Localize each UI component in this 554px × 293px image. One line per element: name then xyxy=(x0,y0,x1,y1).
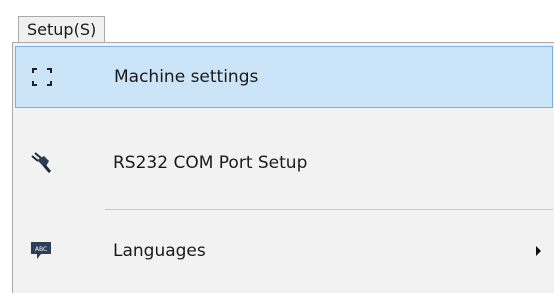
menu-setup-label: Setup(S) xyxy=(27,19,97,39)
abc-speech-icon: ABC xyxy=(29,239,53,263)
svg-text:ABC: ABC xyxy=(35,246,47,253)
menu-item-rs232-com-port-setup[interactable]: RS232 COM Port Setup xyxy=(15,132,553,194)
plug-icon xyxy=(29,151,53,175)
app-stage: Setup(S) Machine settings RS232 COM Port… xyxy=(0,0,554,293)
menu-item-label: Machine settings xyxy=(114,67,259,87)
menu-setup[interactable]: Setup(S) xyxy=(18,16,106,42)
fullscreen-corners-icon xyxy=(30,65,54,89)
menu-item-languages[interactable]: ABC Languages xyxy=(15,220,553,282)
menu-item-label: Languages xyxy=(113,241,206,261)
menu-separator xyxy=(105,209,553,210)
submenu-arrow-icon xyxy=(536,246,541,256)
menu-item-machine-settings[interactable]: Machine settings xyxy=(15,46,553,108)
menu-item-label: RS232 COM Port Setup xyxy=(113,153,308,173)
setup-dropdown-menu: Machine settings RS232 COM Port Setup AB… xyxy=(12,42,554,293)
